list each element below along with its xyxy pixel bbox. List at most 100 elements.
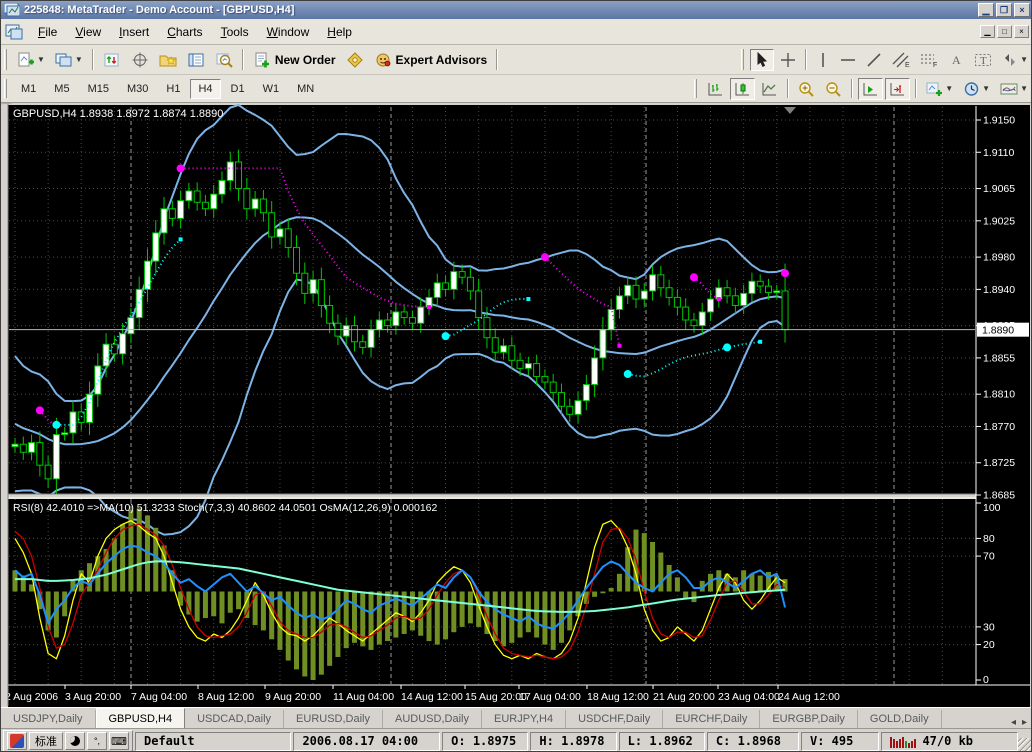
tab-scroll-right-icon[interactable]: ▸ bbox=[1022, 717, 1027, 728]
chart-tab-eurgbp-daily[interactable]: EURGBP,Daily bbox=[760, 710, 858, 728]
mdi-window-buttons: ▁ □ × bbox=[978, 25, 1032, 38]
svg-text:1.8855: 1.8855 bbox=[983, 352, 1015, 364]
toolbar-separator bbox=[805, 49, 807, 69]
new-order-button[interactable]: New Order bbox=[249, 49, 340, 71]
periods-button[interactable]: ▼ bbox=[959, 78, 994, 100]
chart-tab-gbpusd-h4[interactable]: GBPUSD,H4 bbox=[96, 708, 186, 728]
bar-high-status: H: 1.8978 bbox=[530, 732, 616, 751]
chart-tab-usdchf-daily[interactable]: USDCHF,Daily bbox=[566, 710, 663, 728]
terminal-button[interactable] bbox=[183, 49, 209, 71]
timeframe-m15-button[interactable]: M15 bbox=[80, 79, 117, 99]
indicators-button[interactable]: ▼ bbox=[922, 78, 957, 100]
menu-view[interactable]: View bbox=[66, 22, 110, 42]
profile-status[interactable]: Default bbox=[135, 732, 291, 751]
toolbar-grip[interactable] bbox=[4, 79, 7, 98]
mdi-restore-button[interactable]: □ bbox=[997, 25, 1012, 38]
vertical-line-tool-button[interactable] bbox=[812, 49, 834, 71]
chart-tab-usdjpy-daily[interactable]: USDJPY,Daily bbox=[1, 710, 96, 728]
close-button[interactable]: × bbox=[1014, 3, 1030, 17]
trendline-tool-button[interactable] bbox=[862, 49, 886, 71]
ime-mode-button[interactable]: 标准 bbox=[29, 732, 63, 750]
svg-text:1.8980: 1.8980 bbox=[983, 252, 1015, 264]
chart-profiles-button[interactable]: ▼ bbox=[51, 49, 87, 71]
navigator-button[interactable] bbox=[155, 49, 181, 71]
bar-volume-status: V: 495 bbox=[801, 732, 879, 751]
channel-tool-button[interactable]: E bbox=[888, 49, 914, 71]
menu-file[interactable]: File bbox=[29, 22, 66, 42]
arrows-icon bbox=[1002, 52, 1018, 68]
market-watch-button[interactable] bbox=[99, 49, 125, 71]
text-label-tool-button[interactable]: T bbox=[970, 49, 996, 71]
cursor-tool-button[interactable] bbox=[750, 49, 774, 71]
clock-icon bbox=[963, 81, 980, 97]
tester-magnifier-icon bbox=[215, 52, 233, 68]
timeframe-mn-button[interactable]: MN bbox=[289, 79, 322, 99]
strategy-tester-button[interactable] bbox=[211, 49, 237, 71]
restore-button[interactable]: ❐ bbox=[996, 3, 1012, 17]
menu-tools[interactable]: Tools bbox=[212, 22, 258, 42]
svg-text:1.9150: 1.9150 bbox=[983, 115, 1015, 127]
new-chart-button[interactable]: ▼ bbox=[13, 49, 49, 71]
toolbar-grip[interactable] bbox=[694, 79, 697, 98]
templates-button[interactable]: ▼ bbox=[996, 78, 1032, 100]
toolbar-grip[interactable] bbox=[4, 49, 7, 69]
price-chart[interactable]: GBPUSD,H4 1.8938 1.8972 1.8874 1.8890RSI… bbox=[1, 103, 1032, 707]
chart-tab-eurchf-daily[interactable]: EURCHF,Daily bbox=[663, 710, 760, 728]
timeframe-w1-button[interactable]: W1 bbox=[255, 79, 288, 99]
ime-softkeyboard-button[interactable]: ⌨ bbox=[109, 732, 129, 750]
title-bar[interactable]: 225848: MetaTrader - Demo Account - [GBP… bbox=[1, 1, 1032, 19]
mdi-minimize-button[interactable]: ▁ bbox=[980, 25, 995, 38]
menu-charts[interactable]: Charts bbox=[158, 22, 211, 42]
timeframe-h4-button[interactable]: H4 bbox=[190, 79, 220, 99]
line-chart-button[interactable] bbox=[757, 78, 782, 100]
chart-tab-audusd-daily[interactable]: AUDUSD,Daily bbox=[383, 710, 482, 728]
menu-bar: FileViewInsertChartsToolsWindowHelp ▁ □ … bbox=[1, 19, 1032, 45]
menu-help[interactable]: Help bbox=[318, 22, 361, 42]
chart-tab-gold-daily[interactable]: GOLD,Daily bbox=[858, 710, 942, 728]
timeframe-h1-button[interactable]: H1 bbox=[158, 79, 188, 99]
chart-tab-eurjpy-h4[interactable]: EURJPY,H4 bbox=[482, 710, 566, 728]
mdi-close-button[interactable]: × bbox=[1014, 25, 1029, 38]
toolbar-grip[interactable] bbox=[741, 49, 744, 69]
metaeditor-button[interactable] bbox=[342, 49, 368, 71]
svg-text:21 Aug 20:00: 21 Aug 20:00 bbox=[653, 691, 715, 703]
menu-insert[interactable]: Insert bbox=[110, 22, 158, 42]
horizontal-line-tool-button[interactable] bbox=[836, 49, 860, 71]
tab-scroll-left-icon[interactable]: ◂ bbox=[1011, 717, 1016, 728]
cursor-icon bbox=[754, 52, 770, 68]
candlestick-chart-button[interactable] bbox=[730, 78, 755, 100]
resize-grip[interactable] bbox=[1018, 738, 1032, 752]
text-tool-button[interactable]: A bbox=[944, 49, 968, 71]
zoom-out-button[interactable] bbox=[821, 78, 846, 100]
expert-advisors-button[interactable]: Expert Advisors bbox=[370, 49, 492, 71]
chart-tab-usdcad-daily[interactable]: USDCAD,Daily bbox=[185, 710, 284, 728]
zoom-out-icon bbox=[825, 81, 842, 97]
svg-text:E: E bbox=[905, 62, 910, 68]
crosshair-tool-icon bbox=[780, 52, 796, 68]
ime-fullhalf-button[interactable] bbox=[65, 732, 85, 750]
svg-text:1.9065: 1.9065 bbox=[983, 183, 1015, 195]
data-window-button[interactable] bbox=[127, 49, 153, 71]
crosshair-icon bbox=[131, 52, 149, 68]
ime-punctuation-button[interactable]: °, bbox=[87, 732, 107, 750]
terminal-icon bbox=[187, 52, 205, 68]
bar-chart-button[interactable] bbox=[703, 78, 728, 100]
text-icon: A bbox=[948, 52, 964, 68]
status-bar: 标准 °, ⌨ Default 2006.08.17 04:00 O: 1.89… bbox=[1, 728, 1032, 752]
timeframe-m1-button[interactable]: M1 bbox=[13, 79, 44, 99]
fibonacci-tool-button[interactable]: F bbox=[916, 49, 942, 71]
chart-tab-eurusd-daily[interactable]: EURUSD,Daily bbox=[284, 710, 383, 728]
arrows-tool-button[interactable]: ▼ bbox=[998, 49, 1032, 71]
menu-window[interactable]: Window bbox=[258, 22, 319, 42]
crosshair-tool-button[interactable] bbox=[776, 49, 800, 71]
zoom-in-button[interactable] bbox=[794, 78, 819, 100]
bar-close-status: C: 1.8968 bbox=[707, 732, 799, 751]
timeframe-d1-button[interactable]: D1 bbox=[223, 79, 253, 99]
timeframe-m30-button[interactable]: M30 bbox=[119, 79, 156, 99]
ime-language-button[interactable] bbox=[7, 732, 27, 750]
minimize-button[interactable]: ▁ bbox=[978, 3, 994, 17]
timeframe-m5-button[interactable]: M5 bbox=[46, 79, 77, 99]
chart-shift-button[interactable] bbox=[885, 78, 910, 100]
auto-scroll-button[interactable] bbox=[858, 78, 883, 100]
toolbar-separator bbox=[242, 49, 244, 69]
